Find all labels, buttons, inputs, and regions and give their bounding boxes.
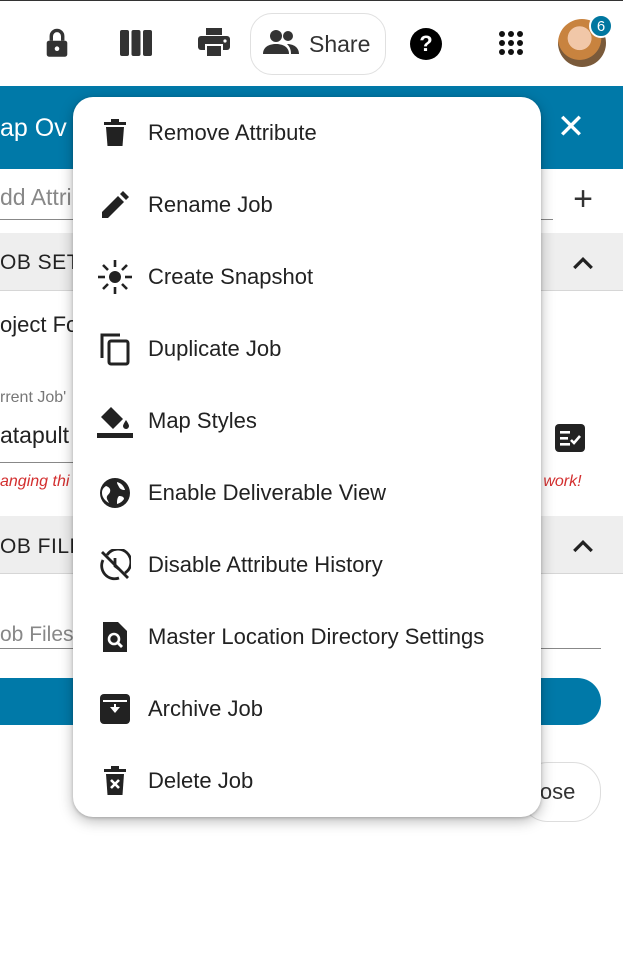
print-icon[interactable] [192, 21, 236, 65]
paint-bucket-icon [97, 403, 133, 439]
menu-item-label: Delete Job [148, 768, 254, 793]
current-job-underline [0, 462, 75, 463]
current-job-label: rrent Job' [0, 389, 67, 406]
share-label: Share [309, 30, 371, 57]
menu-item-label: Disable Attribute History [148, 552, 383, 577]
menu-item-rename-job[interactable]: Rename Job [73, 169, 541, 241]
menu-item-enable-deliverable-view[interactable]: Enable Deliverable View [73, 457, 541, 529]
menu-item-label: Archive Job [148, 696, 263, 721]
chevron-up-icon[interactable] [568, 248, 598, 278]
globe-icon [97, 475, 133, 511]
chevron-up-icon[interactable] [568, 531, 598, 561]
current-job-value[interactable]: atapult [0, 422, 69, 449]
help-icon[interactable]: ? [410, 28, 442, 60]
menu-item-remove-attribute[interactable]: Remove Attribute [73, 97, 541, 169]
job-options-menu: Remove Attribute Rename Job Create Snaps… [73, 97, 541, 817]
menu-item-label: Master Location Directory Settings [148, 624, 485, 649]
lock-icon[interactable] [35, 21, 79, 65]
checklist-icon[interactable] [554, 423, 586, 453]
menu-item-label: Duplicate Job [148, 336, 282, 361]
menu-item-map-styles[interactable]: Map Styles [73, 385, 541, 457]
search-file-icon [97, 619, 133, 655]
menu-item-disable-attribute-history[interactable]: Disable Attribute History [73, 529, 541, 601]
project-folder-label: oject Fo [0, 312, 79, 337]
people-icon [263, 29, 299, 60]
archive-icon [97, 691, 133, 727]
menu-item-label: Enable Deliverable View [148, 480, 387, 505]
trash-icon [97, 115, 133, 151]
add-icon[interactable]: + [566, 182, 600, 216]
close-icon[interactable]: ✕ [552, 108, 590, 146]
panel-title: ap Ov [0, 114, 67, 142]
menu-item-master-location-directory-settings[interactable]: Master Location Directory Settings [73, 601, 541, 673]
menu-item-delete-job[interactable]: Delete Job [73, 745, 541, 817]
menu-item-label: Rename Job [148, 192, 273, 217]
menu-item-create-snapshot[interactable]: Create Snapshot [73, 241, 541, 313]
top-toolbar: Share ? 6 [0, 0, 623, 86]
menu-item-duplicate-job[interactable]: Duplicate Job [73, 313, 541, 385]
copy-icon [97, 331, 133, 367]
share-button[interactable]: Share [250, 13, 386, 75]
menu-item-label: Map Styles [148, 408, 257, 433]
notification-badge: 6 [589, 14, 613, 38]
menu-item-archive-job[interactable]: Archive Job [73, 673, 541, 745]
warning-text: anging thi [0, 473, 70, 490]
history-off-icon [97, 547, 133, 583]
snapshot-icon [97, 259, 133, 295]
apps-grid-icon[interactable] [489, 21, 533, 65]
columns-icon[interactable] [114, 21, 158, 65]
pencil-icon [97, 187, 133, 223]
menu-item-label: Create Snapshot [148, 264, 314, 289]
menu-item-label: Remove Attribute [148, 120, 317, 145]
delete-icon [97, 763, 133, 799]
